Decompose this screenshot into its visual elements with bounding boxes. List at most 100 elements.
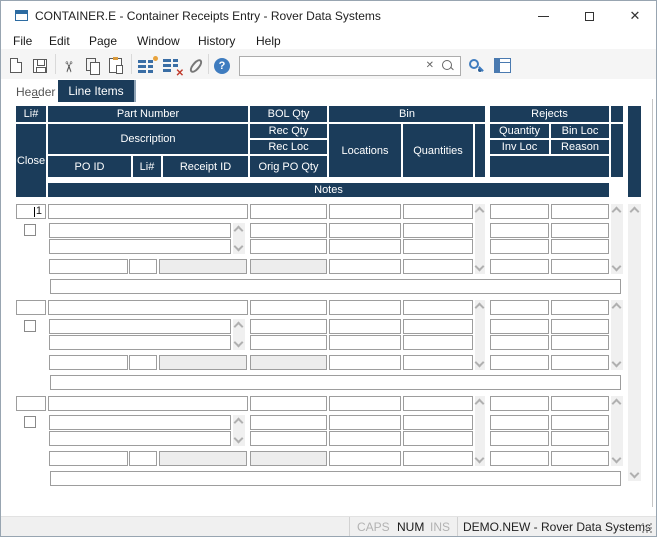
close-checkbox[interactable] [24, 224, 36, 236]
scroll-up-icon[interactable] [233, 417, 244, 428]
line-items-scrollbar[interactable] [628, 204, 641, 481]
reject-bin-loc-field[interactable] [551, 451, 609, 466]
li-number-field[interactable] [16, 300, 46, 315]
bin-quantity-field[interactable] [403, 259, 473, 274]
part-number-field[interactable] [48, 396, 248, 411]
insert-row-button[interactable] [138, 56, 158, 77]
reject-bin-loc-field[interactable] [551, 355, 609, 370]
reject-bin-loc-field[interactable] [551, 396, 609, 411]
rec-loc-field[interactable] [250, 335, 327, 350]
bin-scrollbar[interactable] [474, 300, 485, 370]
scroll-up-icon[interactable] [629, 206, 639, 217]
reject-quantity-field[interactable] [490, 204, 549, 219]
scroll-up-icon[interactable] [474, 398, 485, 409]
close-checkbox[interactable] [24, 416, 36, 428]
scroll-up-icon[interactable] [611, 398, 622, 409]
scroll-down-icon[interactable] [611, 453, 622, 464]
notes-field[interactable] [50, 375, 621, 390]
search-icon[interactable] [442, 60, 452, 70]
bin-quantity-field[interactable] [403, 415, 473, 430]
description-field[interactable] [49, 335, 231, 350]
reject-quantity-field[interactable] [490, 223, 549, 238]
menu-edit[interactable]: Edit [46, 32, 73, 50]
reject-bin-loc-field[interactable] [551, 415, 609, 430]
maximize-button[interactable] [566, 1, 612, 31]
cut-button[interactable]: ✂ [59, 57, 81, 77]
bin-location-field[interactable] [329, 335, 401, 350]
bin-location-field[interactable] [329, 239, 401, 254]
find-view-button[interactable] [468, 58, 486, 76]
bin-quantity-field[interactable] [403, 223, 473, 238]
scroll-up-icon[interactable] [474, 206, 485, 217]
reject-bin-loc-field[interactable] [551, 431, 609, 446]
bin-location-field[interactable] [329, 300, 401, 315]
bin-location-field[interactable] [329, 431, 401, 446]
bin-quantity-field[interactable] [403, 396, 473, 411]
bin-quantity-field[interactable] [403, 451, 473, 466]
part-number-field[interactable] [48, 204, 248, 219]
minimize-button[interactable] [520, 1, 566, 31]
rec-qty-field[interactable] [250, 223, 327, 238]
bin-location-field[interactable] [329, 204, 401, 219]
tab-line-items[interactable]: Line Items [58, 80, 136, 102]
reject-bin-loc-field[interactable] [551, 204, 609, 219]
copy-button[interactable] [84, 57, 104, 77]
reject-bin-loc-field[interactable] [551, 319, 609, 334]
description-field[interactable] [49, 223, 231, 238]
bin-quantity-field[interactable] [403, 431, 473, 446]
bin-quantity-field[interactable] [403, 355, 473, 370]
scroll-down-icon[interactable] [611, 261, 622, 272]
description-scrollbar[interactable] [233, 223, 245, 254]
reject-quantity-field[interactable] [490, 451, 549, 466]
rejects-scrollbar[interactable] [611, 396, 623, 466]
close-button[interactable]: ✕ [612, 1, 656, 31]
reject-quantity-field[interactable] [490, 319, 549, 334]
reject-bin-loc-field[interactable] [551, 223, 609, 238]
reject-quantity-field[interactable] [490, 259, 549, 274]
scroll-up-icon[interactable] [474, 302, 485, 313]
po-li-field[interactable] [129, 259, 157, 274]
po-li-field[interactable] [129, 451, 157, 466]
bin-quantity-field[interactable] [403, 300, 473, 315]
search-clear-icon[interactable]: ✕ [426, 60, 434, 71]
bol-qty-field[interactable] [250, 204, 327, 219]
bol-qty-field[interactable] [250, 396, 327, 411]
reject-bin-loc-field[interactable] [551, 239, 609, 254]
reject-bin-loc-field[interactable] [551, 335, 609, 350]
reject-quantity-field[interactable] [490, 335, 549, 350]
delete-row-button[interactable]: ✕ [163, 57, 184, 79]
scroll-down-icon[interactable] [611, 357, 622, 368]
scroll-down-icon[interactable] [233, 433, 244, 444]
reject-bin-loc-field[interactable] [551, 300, 609, 315]
bin-quantity-field[interactable] [403, 335, 473, 350]
po-li-field[interactable] [129, 355, 157, 370]
paste-button[interactable] [107, 57, 127, 77]
scroll-up-icon[interactable] [233, 321, 244, 332]
po-id-field[interactable] [49, 259, 128, 274]
tab-header[interactable]: Header [11, 82, 60, 102]
menu-window[interactable]: Window [134, 32, 183, 50]
rec-qty-field[interactable] [250, 319, 327, 334]
reject-bin-loc-field[interactable] [551, 259, 609, 274]
reject-quantity-field[interactable] [490, 239, 549, 254]
close-checkbox[interactable] [24, 320, 36, 332]
attachment-button[interactable] [187, 57, 207, 77]
bin-scrollbar[interactable] [474, 396, 485, 466]
resize-grip[interactable] [642, 523, 652, 533]
description-field[interactable] [49, 239, 231, 254]
scroll-down-icon[interactable] [474, 261, 485, 272]
reject-quantity-field[interactable] [490, 355, 549, 370]
bin-location-field[interactable] [329, 319, 401, 334]
bin-location-field[interactable] [329, 415, 401, 430]
rec-loc-field[interactable] [250, 431, 327, 446]
scroll-up-icon[interactable] [233, 225, 244, 236]
rec-loc-field[interactable] [250, 239, 327, 254]
bin-quantity-field[interactable] [403, 319, 473, 334]
description-scrollbar[interactable] [233, 319, 245, 350]
layout-view-button[interactable] [494, 58, 511, 73]
part-number-field[interactable] [48, 300, 248, 315]
po-id-field[interactable] [49, 355, 128, 370]
reject-quantity-field[interactable] [490, 415, 549, 430]
help-button[interactable]: ? [213, 57, 233, 77]
li-number-field[interactable] [16, 396, 46, 411]
